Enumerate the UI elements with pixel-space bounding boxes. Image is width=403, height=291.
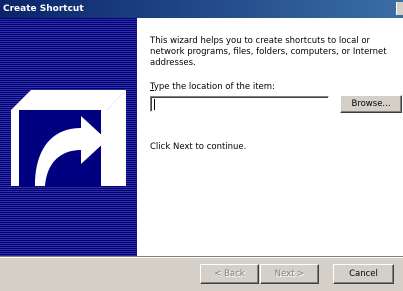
- wizard-description: This wizard helps you to create shortcut…: [150, 36, 387, 68]
- location-label: Type the location of the item:: [150, 82, 275, 92]
- button-separator: [0, 256, 403, 258]
- cancel-button[interactable]: Cancel: [333, 264, 394, 284]
- wizard-sidebar: [0, 18, 137, 256]
- browse-button-label: Browse...: [351, 99, 391, 109]
- shortcut-arrow-icon: [11, 90, 126, 186]
- back-button[interactable]: < Back: [200, 264, 259, 284]
- continue-note: Click Next to continue.: [150, 142, 247, 152]
- title-bar[interactable]: Create Shortcut: [0, 0, 403, 18]
- wizard-content: This wizard helps you to create shortcut…: [137, 18, 403, 256]
- cancel-button-label: Cancel: [349, 269, 378, 279]
- back-button-label: < Back: [214, 269, 245, 279]
- next-button[interactable]: Next >: [260, 264, 319, 284]
- browse-button[interactable]: Browse...: [340, 95, 402, 113]
- text-caret: [154, 99, 155, 110]
- window-title: Create Shortcut: [3, 4, 84, 14]
- location-label-text: ype the location of the item:: [153, 82, 275, 92]
- next-button-label: Next >: [274, 269, 305, 279]
- close-button[interactable]: [396, 2, 403, 15]
- location-input[interactable]: [150, 96, 329, 112]
- create-shortcut-window: Create Shortcut This wizard helps you to…: [0, 0, 403, 291]
